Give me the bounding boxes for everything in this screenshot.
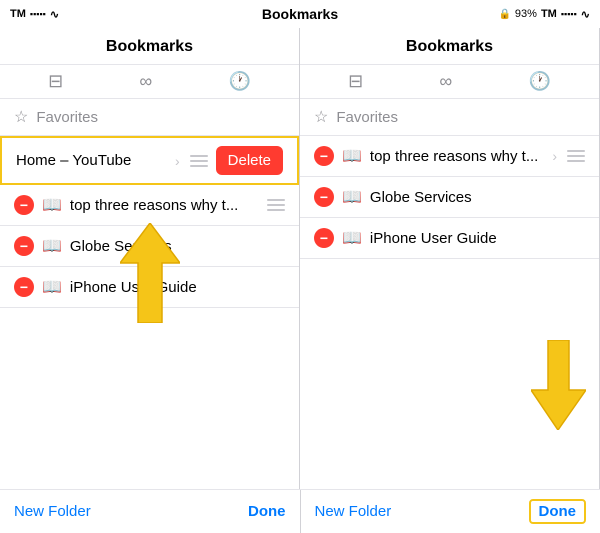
left-iphone-title: iPhone User Guide <box>70 279 285 296</box>
left-item-youtube[interactable]: Home – YouTube › Delete <box>0 136 299 185</box>
left-top-reasons-icon: 📖 <box>42 195 62 215</box>
left-globe-remove[interactable]: − <box>14 236 34 256</box>
left-panel: Bookmarks ⊟ ∞ 🕐 ☆ Favorites Home – YouTu… <box>0 28 300 489</box>
left-globe-title: Globe Services <box>70 238 285 255</box>
left-top-reasons-remove[interactable]: − <box>14 195 34 215</box>
bottom-bar: New Folder Done New Folder Done <box>0 489 600 533</box>
left-favorites-row: ☆ Favorites <box>0 99 299 136</box>
right-top-reasons-remove[interactable]: − <box>314 146 334 166</box>
right-top-reasons-title: top three reasons why t... <box>370 148 544 165</box>
status-right: 🔒 93% TM ▪▪▪▪▪ ∿ <box>460 8 600 21</box>
left-youtube-chevron: › <box>175 153 180 169</box>
left-item-iphone[interactable]: − 📖 iPhone User Guide <box>0 267 299 308</box>
left-new-folder-btn[interactable]: New Folder <box>14 503 91 520</box>
right-tab-history[interactable]: 🕐 <box>528 71 550 92</box>
lock-icon: 🔒 <box>498 9 510 20</box>
left-star-icon: ☆ <box>14 107 28 127</box>
left-item-globe[interactable]: − 📖 Globe Services <box>0 226 299 267</box>
right-tab-reading-list[interactable]: ∞ <box>439 71 452 92</box>
battery-status: 93% <box>515 8 537 20</box>
right-item-globe[interactable]: − 📖 Globe Services <box>300 177 599 218</box>
left-youtube-delete-btn[interactable]: Delete <box>216 146 283 175</box>
left-tab-bar: ⊟ ∞ 🕐 <box>0 65 299 99</box>
right-new-folder-btn[interactable]: New Folder <box>315 503 392 520</box>
left-tab-reading-list[interactable]: ∞ <box>139 71 152 92</box>
right-top-reasons-chevron: › <box>552 148 557 164</box>
left-tab-history[interactable]: 🕐 <box>228 71 250 92</box>
left-tab-bookmarks[interactable]: ⊟ <box>48 71 63 92</box>
left-top-reasons-title: top three reasons why t... <box>70 197 259 214</box>
right-iphone-icon: 📖 <box>342 228 362 248</box>
wifi-left: ∿ <box>50 8 59 21</box>
right-tab-bar: ⊟ ∞ 🕐 <box>300 65 599 99</box>
left-panel-title: Bookmarks <box>0 28 299 65</box>
left-favorites-label: Favorites <box>36 109 98 126</box>
right-globe-title: Globe Services <box>370 189 585 206</box>
left-globe-icon: 📖 <box>42 236 62 256</box>
left-youtube-reorder[interactable] <box>190 155 208 167</box>
right-star-icon: ☆ <box>314 107 328 127</box>
carrier-left: TM <box>10 8 26 20</box>
status-time: Bookmarks <box>140 6 460 22</box>
carrier-right: TM <box>541 8 557 20</box>
right-globe-icon: 📖 <box>342 187 362 207</box>
left-bookmark-list: Home – YouTube › Delete − 📖 top three re… <box>0 136 299 489</box>
right-iphone-title: iPhone User Guide <box>370 230 585 247</box>
right-item-top-reasons[interactable]: − 📖 top three reasons why t... › <box>300 136 599 177</box>
right-top-reasons-reorder[interactable] <box>567 150 585 162</box>
status-bar: TM ▪▪▪▪▪ ∿ Bookmarks 🔒 93% TM ▪▪▪▪▪ ∿ <box>0 0 600 28</box>
right-bottom-panel: New Folder Done <box>301 490 600 533</box>
left-top-reasons-reorder[interactable] <box>267 199 285 211</box>
left-iphone-remove[interactable]: − <box>14 277 34 297</box>
right-top-reasons-icon: 📖 <box>342 146 362 166</box>
left-bottom-panel: New Folder Done <box>0 490 301 533</box>
signal-right: ▪▪▪▪▪ <box>561 9 577 19</box>
right-tab-bookmarks[interactable]: ⊟ <box>348 71 363 92</box>
right-favorites-row: ☆ Favorites <box>300 99 599 136</box>
arrow-down-annotation <box>531 340 586 435</box>
left-item-top-reasons[interactable]: − 📖 top three reasons why t... <box>0 185 299 226</box>
right-favorites-label: Favorites <box>336 109 398 126</box>
right-bookmark-list: − 📖 top three reasons why t... › − 📖 Glo… <box>300 136 599 489</box>
left-youtube-title: Home – YouTube <box>16 152 167 169</box>
status-left: TM ▪▪▪▪▪ ∿ <box>0 8 140 21</box>
wifi-right: ∿ <box>581 8 590 21</box>
right-item-iphone[interactable]: − 📖 iPhone User Guide <box>300 218 599 259</box>
right-globe-remove[interactable]: − <box>314 187 334 207</box>
right-iphone-remove[interactable]: − <box>314 228 334 248</box>
right-panel-title: Bookmarks <box>300 28 599 65</box>
left-iphone-icon: 📖 <box>42 277 62 297</box>
signal-left: ▪▪▪▪▪ <box>30 9 46 19</box>
left-done-btn[interactable]: Done <box>248 503 286 520</box>
right-done-btn[interactable]: Done <box>529 499 587 524</box>
